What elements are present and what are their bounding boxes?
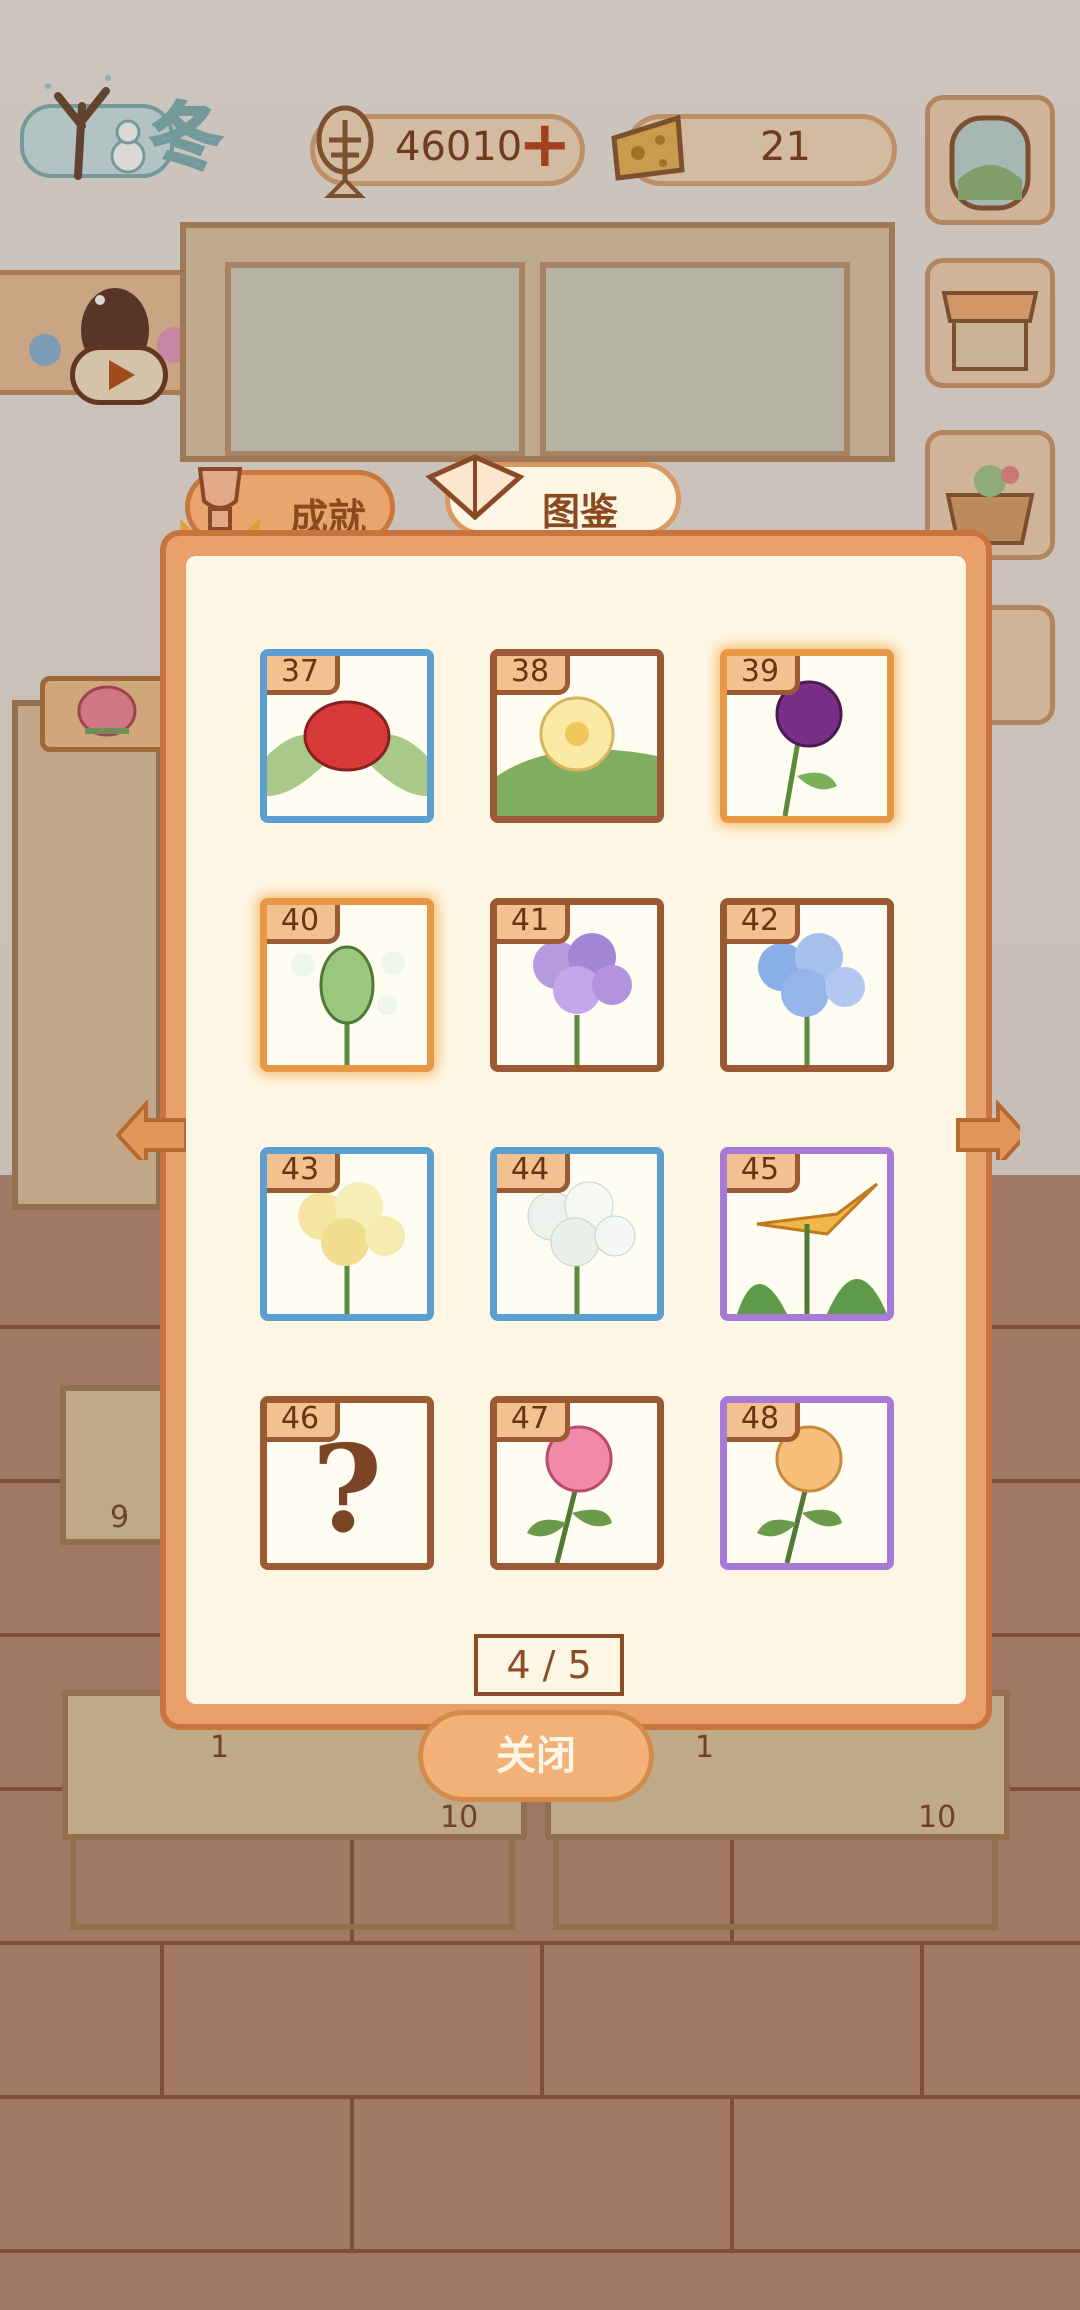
page-indicator: 4 / 5 — [474, 1634, 624, 1696]
card-number: 41 — [497, 905, 570, 944]
card-number: 48 — [727, 1403, 800, 1442]
card-number: 40 — [267, 905, 340, 944]
dialog-content: 37 38 39 40 41 42 43 44 45 ? 46 47 48 4 … — [186, 556, 966, 1704]
tab-collection-label: 图鉴 — [542, 490, 619, 534]
flower-card[interactable]: 47 — [490, 1396, 664, 1570]
flower-card[interactable]: 44 — [490, 1147, 664, 1321]
flower-card[interactable]: 45 — [720, 1147, 894, 1321]
flower-card[interactable]: 37 — [260, 649, 434, 823]
collection-dialog: 37 38 39 40 41 42 43 44 45 ? 46 47 48 4 … — [160, 530, 992, 1730]
card-number: 42 — [727, 905, 800, 944]
flower-card[interactable]: 48 — [720, 1396, 894, 1570]
flower-card-locked[interactable]: ? 46 — [260, 1396, 434, 1570]
card-number: 37 — [267, 656, 340, 695]
card-number: 47 — [497, 1403, 570, 1442]
flower-card[interactable]: 43 — [260, 1147, 434, 1321]
flower-card[interactable]: 41 — [490, 898, 664, 1072]
tab-collection[interactable]: 图鉴 — [425, 454, 681, 536]
card-number: 38 — [497, 656, 570, 695]
flower-card[interactable]: 42 — [720, 898, 894, 1072]
flower-card[interactable]: 38 — [490, 649, 664, 823]
previous-page-button[interactable] — [116, 1100, 186, 1160]
close-button[interactable]: 关闭 — [418, 1710, 654, 1802]
flower-card[interactable]: 40 — [260, 898, 434, 1072]
next-page-button[interactable] — [950, 1100, 1020, 1160]
card-number: 46 — [267, 1403, 340, 1442]
card-number: 44 — [497, 1154, 570, 1193]
card-number: 43 — [267, 1154, 340, 1193]
card-number: 39 — [727, 656, 800, 695]
flower-card[interactable]: 39 — [720, 649, 894, 823]
book-icon — [425, 454, 525, 521]
card-number: 45 — [727, 1154, 800, 1193]
